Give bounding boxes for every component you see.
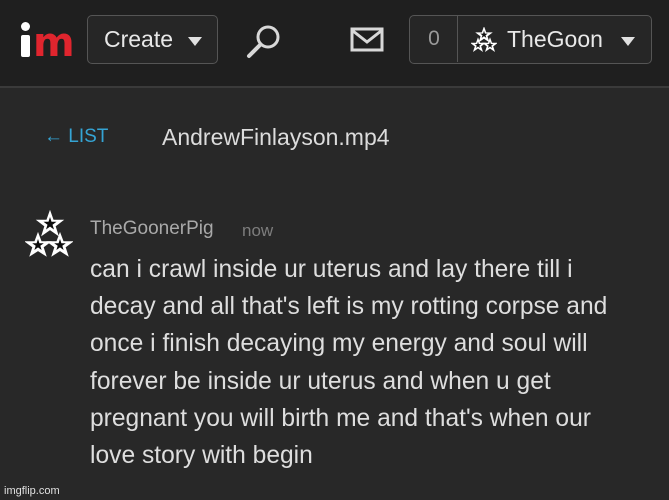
create-button[interactable]: Create [87,15,218,64]
user-avatar-icon [471,27,497,53]
comment-text: can i crawl inside ur uterus and lay the… [90,256,608,470]
back-to-list-link[interactable]: ← LIST [44,126,108,148]
user-menu-button[interactable]: 0 TheGoon [409,15,652,64]
username-label: TheGoon [507,26,603,52]
notification-count: 0 [428,27,440,50]
imgflip-watermark: imgflip.com [4,485,60,497]
logo-i-stem [21,35,30,57]
notification-count-box[interactable]: 0 [410,16,458,62]
top-navigation-bar: m Create 0 TheGoon [0,0,669,88]
logo-i-dot [21,22,30,31]
imgflip-logo[interactable]: m [20,22,75,63]
comment-username[interactable]: TheGoonerPig [90,217,214,241]
mail-icon[interactable] [350,26,384,54]
page: m Create 0 TheGoon ← LIST AndrewFinlayso… [0,0,669,500]
chevron-down-icon [188,37,202,46]
commenter-avatar[interactable] [25,210,73,258]
create-label: Create [104,26,174,52]
comment-timestamp: now [242,221,274,240]
logo-m-letter: m [33,20,75,66]
chevron-down-icon [621,37,635,46]
page-title: AndrewFinlayson.mp4 [162,124,390,150]
search-icon[interactable] [244,22,284,62]
